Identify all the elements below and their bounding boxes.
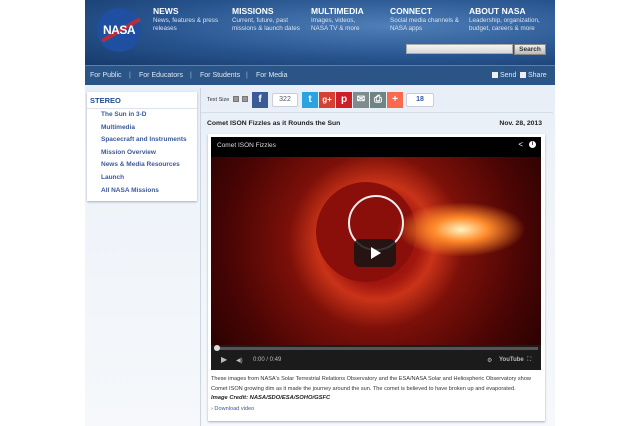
- play-button[interactable]: [354, 239, 396, 267]
- nav-multimedia[interactable]: MULTIMEDIA Images, videos, NASA TV & more: [311, 6, 371, 33]
- facebook-count: 322: [272, 93, 298, 107]
- sidebar-item-mission-overview[interactable]: Mission Overview: [87, 147, 197, 160]
- google-plus-icon[interactable]: g+: [319, 92, 335, 108]
- main-content: Text Size f 322 t g+ p ✉ ⎙ + 18 Comet IS…: [200, 88, 553, 426]
- separator: |: [190, 72, 192, 79]
- sidebar-item-multimedia[interactable]: Multimedia: [87, 122, 197, 135]
- video-frame[interactable]: [211, 157, 541, 345]
- sidebar-item-launch[interactable]: Launch: [87, 172, 197, 185]
- audience-nav: For Public | For Educators | For Student…: [85, 65, 555, 85]
- image-credit: Image Credit: NASA/SDO/ESA/SOHO/GSFC: [211, 395, 331, 401]
- search-button[interactable]: Search: [514, 44, 546, 55]
- email-icon: [492, 72, 498, 78]
- search-input[interactable]: [406, 44, 513, 54]
- text-size-increase[interactable]: [233, 96, 239, 102]
- share-button[interactable]: Share: [520, 72, 547, 79]
- nav-about[interactable]: ABOUT NASA Leadership, organization, budg…: [469, 6, 549, 33]
- sidebar-item-sun-3d[interactable]: The Sun in 3-D: [87, 109, 197, 122]
- nav-missions[interactable]: MISSIONS Current, future, past missions &…: [232, 6, 307, 33]
- separator: |: [129, 72, 131, 79]
- volume-icon[interactable]: ◀): [236, 357, 243, 364]
- play-icon[interactable]: ▶: [221, 355, 227, 364]
- email-icon[interactable]: ✉: [353, 92, 369, 108]
- print-icon[interactable]: ⎙: [370, 92, 386, 108]
- addthis-icon[interactable]: +: [387, 92, 403, 108]
- sidebar: STEREO The Sun in 3-D Multimedia Spacecr…: [87, 92, 197, 201]
- video-player[interactable]: Comet ISON Fizzles < i ▶ ◀) 0:00 / 0:49 …: [211, 137, 541, 370]
- video-controls: ▶ ◀) 0:00 / 0:49 ⚙ YouTube ⛶: [211, 345, 541, 370]
- text-size-decrease[interactable]: [242, 96, 248, 102]
- nav-for-public[interactable]: For Public: [90, 72, 122, 79]
- video-description: These images from NASA's Solar Terrestri…: [211, 376, 531, 392]
- nasa-logo[interactable]: NASA: [97, 8, 141, 52]
- nav-for-media[interactable]: For Media: [256, 72, 288, 79]
- settings-icon[interactable]: ⚙: [487, 357, 492, 364]
- nav-for-educators[interactable]: For Educators: [139, 72, 183, 79]
- share-toolbar: Text Size f 322 t g+ p ✉ ⎙ + 18: [201, 88, 553, 113]
- pinterest-icon[interactable]: p: [336, 92, 352, 108]
- nav-connect[interactable]: CONNECT Social media channels & NASA apps: [390, 6, 462, 33]
- twitter-icon[interactable]: t: [302, 92, 318, 108]
- sidebar-item-news-media[interactable]: News & Media Resources: [87, 159, 197, 172]
- page: NASA NEWS News, features & press releases…: [85, 0, 555, 426]
- sun-flare: [396, 202, 526, 257]
- sidebar-item-all-missions[interactable]: All NASA Missions: [87, 185, 197, 198]
- download-video-link[interactable]: › Download video: [211, 406, 254, 412]
- send-button[interactable]: Send: [492, 72, 516, 79]
- separator: |: [246, 72, 248, 79]
- youtube-logo[interactable]: YouTube: [499, 357, 524, 363]
- info-icon[interactable]: i: [529, 141, 536, 148]
- sidebar-item-spacecraft[interactable]: Spacecraft and Instruments: [87, 134, 197, 147]
- video-card: Comet ISON Fizzles < i ▶ ◀) 0:00 / 0:49 …: [208, 134, 545, 421]
- nav-news[interactable]: NEWS News, features & press releases: [153, 6, 225, 33]
- scrubber-handle[interactable]: [214, 345, 220, 351]
- video-title[interactable]: Comet ISON Fizzles: [217, 142, 276, 149]
- facebook-icon[interactable]: f: [252, 92, 268, 108]
- share-count: 18: [406, 93, 434, 107]
- time-display: 0:00 / 0:49: [253, 357, 282, 363]
- header: NASA NEWS News, features & press releases…: [85, 0, 555, 65]
- nav-for-students[interactable]: For Students: [200, 72, 240, 79]
- text-size-label: Text Size: [207, 97, 230, 103]
- article-title: Comet ISON Fizzles as it Rounds the Sun: [207, 120, 341, 127]
- share-icon[interactable]: <: [518, 140, 523, 149]
- progress-bar[interactable]: [214, 345, 538, 351]
- article-date: Nov. 28, 2013: [499, 120, 542, 127]
- fullscreen-icon[interactable]: ⛶: [527, 357, 531, 364]
- share-icon: [520, 72, 526, 78]
- sidebar-heading[interactable]: STEREO: [87, 92, 197, 109]
